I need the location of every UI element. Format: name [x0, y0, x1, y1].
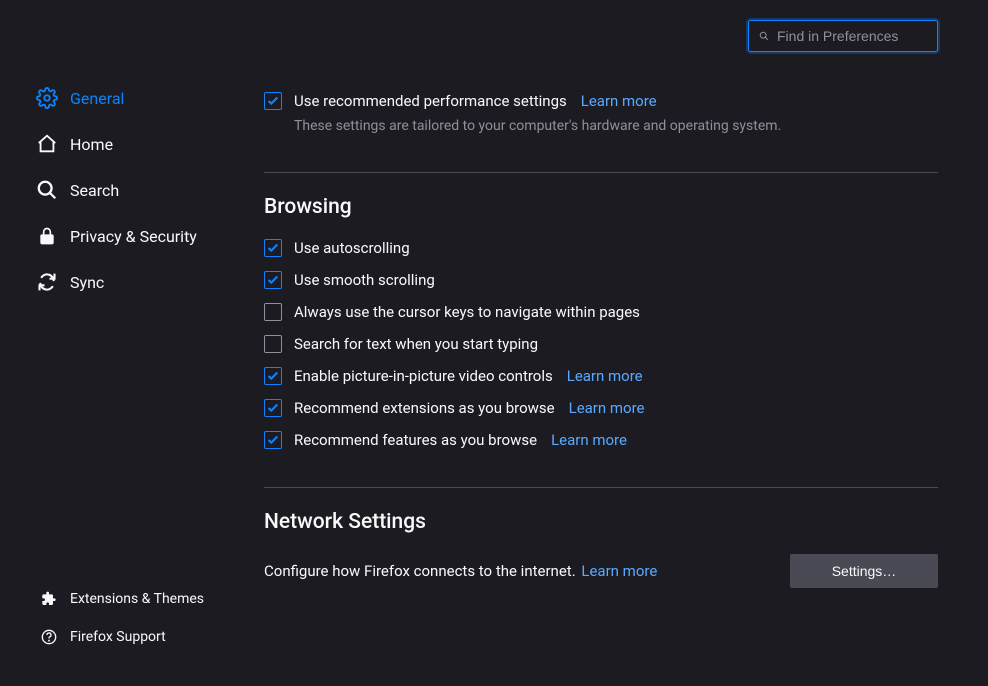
separator [264, 172, 938, 173]
option-pip: Enable picture-in-picture video controls… [264, 367, 938, 385]
sidebar-item-label: Home [70, 135, 113, 154]
sidebar-item-general[interactable]: General [0, 75, 240, 121]
puzzle-icon [40, 590, 58, 608]
option-label: Use autoscrolling [294, 239, 410, 257]
lock-icon [36, 225, 58, 247]
sidebar-footer: Extensions & Themes Firefox Support [0, 580, 240, 686]
sidebar-item-label: Search [70, 181, 119, 200]
sidebar-item-label: Firefox Support [70, 629, 166, 645]
option-label: Enable picture-in-picture video controls [294, 367, 553, 385]
checkbox-cursor-keys[interactable] [264, 303, 282, 321]
checkbox-search-typing[interactable] [264, 335, 282, 353]
search-icon [36, 179, 58, 201]
sidebar-item-privacy[interactable]: Privacy & Security [0, 213, 240, 259]
network-heading: Network Settings [264, 510, 938, 534]
option-label: Recommend features as you browse [294, 431, 537, 449]
option-cursor-keys: Always use the cursor keys to navigate w… [264, 303, 938, 321]
checkbox-perf[interactable] [264, 92, 282, 110]
search-input[interactable] [777, 28, 927, 44]
network-row: Configure how Firefox connects to the in… [264, 554, 938, 588]
perf-subtext: These settings are tailored to your comp… [294, 118, 938, 134]
learn-more-link[interactable]: Learn more [567, 367, 643, 385]
sidebar-item-support[interactable]: Firefox Support [0, 618, 240, 656]
sidebar-item-search[interactable]: Search [0, 167, 240, 213]
learn-more-link[interactable]: Learn more [551, 431, 627, 449]
search-box[interactable] [748, 20, 938, 52]
sidebar-item-home[interactable]: Home [0, 121, 240, 167]
sidebar-item-label: General [70, 89, 124, 108]
option-search-typing: Search for text when you start typing [264, 335, 938, 353]
sync-icon [36, 271, 58, 293]
separator [264, 487, 938, 488]
checkbox-smooth-scroll[interactable] [264, 271, 282, 289]
sidebar: General Home Search Privacy & Security S… [0, 0, 240, 686]
option-recommend-feat: Recommend features as you browse Learn m… [264, 431, 938, 449]
main-content: Use recommended performance settings Lea… [240, 0, 988, 686]
learn-more-link[interactable]: Learn more [581, 562, 657, 580]
search-icon [759, 29, 769, 43]
checkbox-recommend-ext[interactable] [264, 399, 282, 417]
checkbox-autoscroll[interactable] [264, 239, 282, 257]
network-text: Configure how Firefox connects to the in… [264, 562, 576, 580]
option-recommend-ext: Recommend extensions as you browse Learn… [264, 399, 938, 417]
option-perf: Use recommended performance settings Lea… [264, 92, 938, 110]
learn-more-link[interactable]: Learn more [581, 92, 657, 110]
sidebar-item-sync[interactable]: Sync [0, 259, 240, 305]
option-label: Use smooth scrolling [294, 271, 435, 289]
option-label: Recommend extensions as you browse [294, 399, 555, 417]
sidebar-item-label: Privacy & Security [70, 227, 197, 246]
checkbox-recommend-feat[interactable] [264, 431, 282, 449]
home-icon [36, 133, 58, 155]
checkbox-pip[interactable] [264, 367, 282, 385]
sidebar-item-label: Sync [70, 273, 104, 292]
learn-more-link[interactable]: Learn more [569, 399, 645, 417]
sidebar-item-extensions[interactable]: Extensions & Themes [0, 580, 240, 618]
option-label: Always use the cursor keys to navigate w… [294, 303, 640, 321]
option-label: Search for text when you start typing [294, 335, 538, 353]
help-icon [40, 628, 58, 646]
gear-icon [36, 87, 58, 109]
sidebar-item-label: Extensions & Themes [70, 591, 204, 607]
browsing-heading: Browsing [264, 195, 938, 219]
option-autoscroll: Use autoscrolling [264, 239, 938, 257]
option-label: Use recommended performance settings [294, 92, 567, 110]
option-smooth-scroll: Use smooth scrolling [264, 271, 938, 289]
network-settings-button[interactable]: Settings… [790, 554, 938, 588]
